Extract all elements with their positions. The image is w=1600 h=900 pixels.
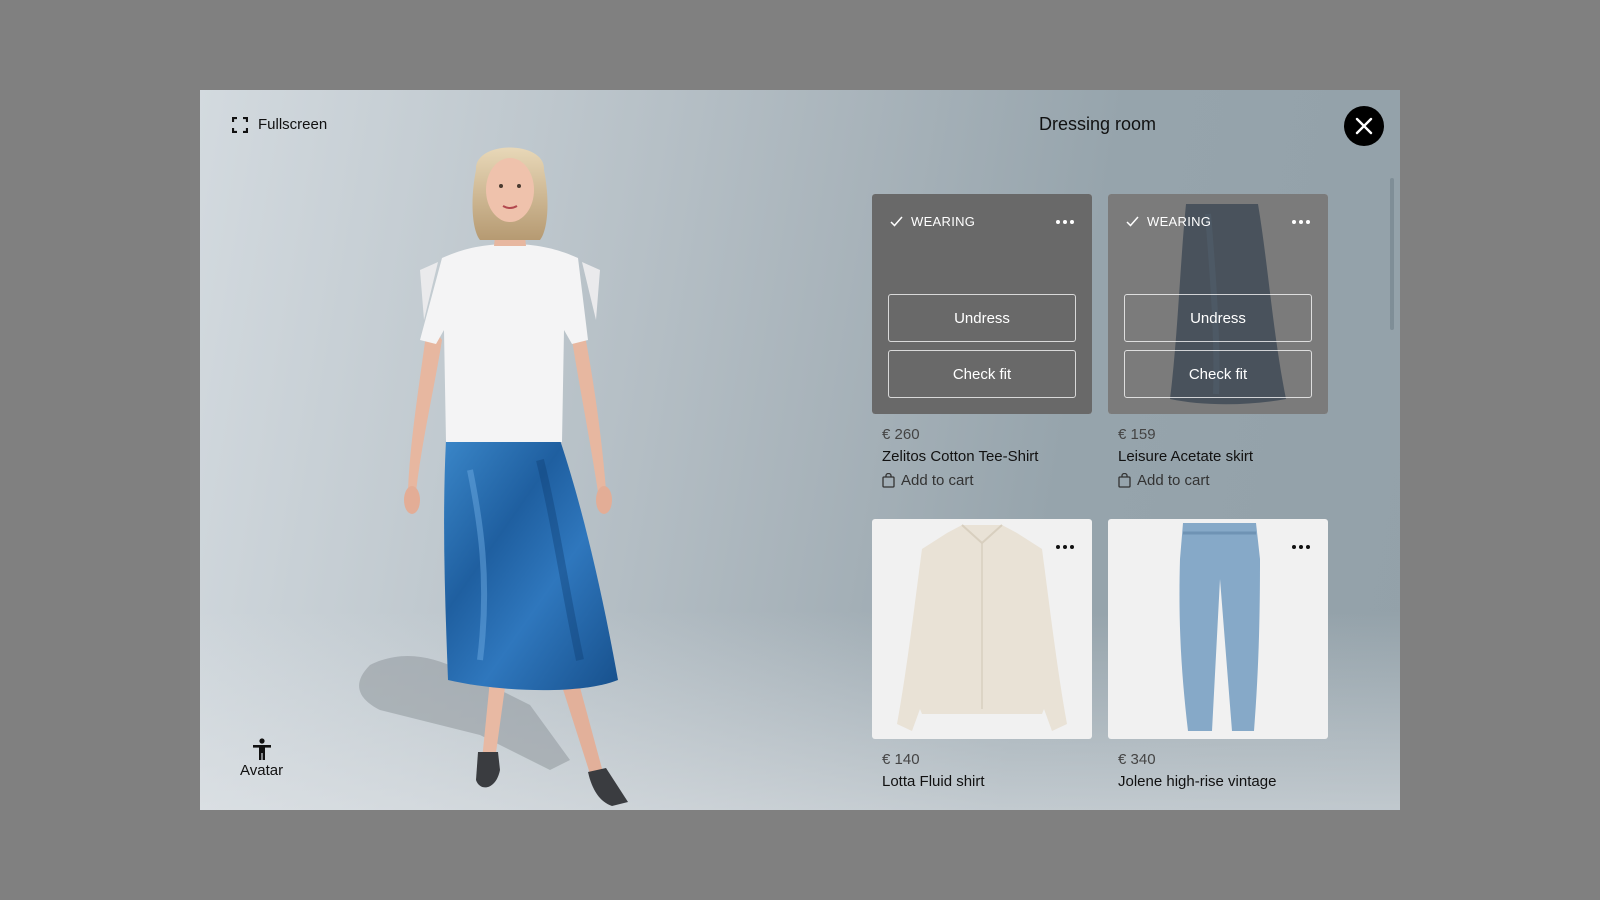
more-options-button[interactable] [1292, 220, 1310, 224]
product-card: WEARING Undress Check fit € 260 Zelitos … [872, 194, 1092, 489]
product-price: € 140 [882, 751, 920, 768]
dot [1299, 220, 1303, 224]
add-to-cart-button[interactable]: Add to cart [882, 472, 1082, 489]
product-name[interactable]: Zelitos Cotton Tee-Shirt [882, 448, 1082, 465]
dot [1306, 220, 1310, 224]
avatar-tshirt [420, 244, 588, 442]
dot [1063, 220, 1067, 224]
dot [1070, 545, 1074, 549]
product-card: WEARING Undress Check fit € 159 Leisure … [1108, 194, 1328, 489]
undress-button[interactable]: Undress [1124, 294, 1312, 342]
check-icon [890, 216, 903, 227]
product-grid: WEARING Undress Check fit € 260 Zelitos … [872, 194, 1332, 790]
more-options-button[interactable] [1056, 220, 1074, 224]
product-image[interactable]: WEARING Undress Check fit [872, 194, 1092, 414]
more-options-button[interactable] [1292, 545, 1310, 549]
avatar-button[interactable]: Avatar [240, 738, 283, 779]
product-price: € 260 [882, 426, 920, 443]
fullscreen-button[interactable]: Fullscreen [232, 116, 327, 133]
fullscreen-icon [232, 116, 248, 133]
product-price: € 340 [1118, 751, 1156, 768]
add-to-cart-button[interactable]: Add to cart [1118, 472, 1318, 489]
product-list-scrollbar[interactable] [1390, 178, 1394, 330]
close-button[interactable] [1344, 106, 1384, 146]
dot [1063, 545, 1067, 549]
wearing-badge: WEARING [890, 214, 975, 229]
avatar-label: Avatar [240, 762, 284, 779]
product-name[interactable]: Lotta Fluid shirt [882, 773, 1082, 790]
dot [1070, 220, 1074, 224]
dot [1306, 545, 1310, 549]
check-fit-button[interactable]: Check fit [1124, 350, 1312, 398]
wearing-badge: WEARING [1126, 214, 1211, 229]
jeans-image [1179, 523, 1260, 731]
product-image[interactable] [1108, 519, 1328, 739]
dot [1299, 545, 1303, 549]
product-name[interactable]: Leisure Acetate skirt [1118, 448, 1318, 465]
product-name[interactable]: Jolene high-rise vintage [1118, 773, 1318, 790]
person-icon [252, 738, 271, 760]
dot [1056, 220, 1060, 224]
close-icon [1355, 117, 1373, 135]
dot [1056, 545, 1060, 549]
product-card: € 340 Jolene high-rise vintage [1108, 519, 1328, 790]
product-price: € 159 [1118, 426, 1156, 443]
dot [1292, 220, 1296, 224]
product-image[interactable]: WEARING Undress Check fit [1108, 194, 1328, 414]
dot [1292, 545, 1296, 549]
product-card: € 140 Lotta Fluid shirt [872, 519, 1092, 790]
product-image[interactable] [872, 519, 1092, 739]
dressing-room-modal: Fullscreen Dressing room Avatar WEARING … [200, 90, 1400, 810]
undress-button[interactable]: Undress [888, 294, 1076, 342]
shopping-bag-icon [1118, 473, 1131, 488]
avatar-model[interactable] [350, 140, 700, 810]
shirt-image [897, 524, 1067, 731]
fullscreen-label: Fullscreen [258, 116, 328, 133]
check-fit-button[interactable]: Check fit [888, 350, 1076, 398]
page-title: Dressing room [1039, 114, 1157, 134]
more-options-button[interactable] [1056, 545, 1074, 549]
check-icon [1126, 216, 1139, 227]
shopping-bag-icon [882, 473, 895, 488]
